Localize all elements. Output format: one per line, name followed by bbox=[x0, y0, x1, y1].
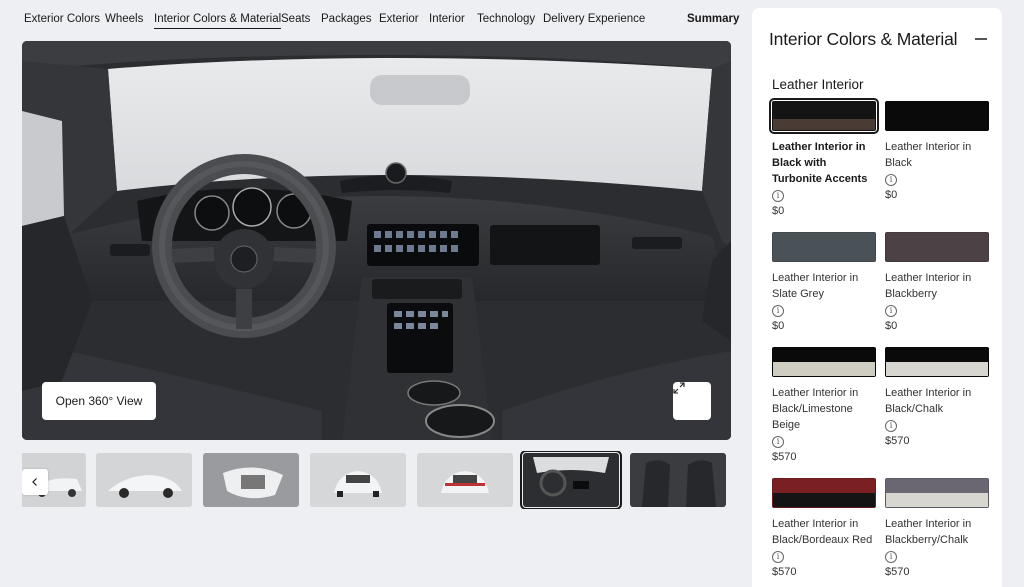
info-icon[interactable]: i bbox=[772, 551, 784, 563]
collapse-icon[interactable] bbox=[975, 38, 987, 40]
thumbnail-5[interactable] bbox=[417, 453, 513, 507]
color-swatch[interactable] bbox=[769, 98, 879, 134]
info-icon[interactable]: i bbox=[885, 551, 897, 563]
car-interior-image bbox=[22, 41, 731, 440]
configuration-panel: Interior Colors & Material Leather Inter… bbox=[752, 8, 1002, 587]
option-price: $0 bbox=[885, 189, 898, 201]
thumbnail-2[interactable] bbox=[96, 453, 192, 507]
option-price: $0 bbox=[772, 205, 785, 217]
panel-title: Interior Colors & Material bbox=[769, 29, 958, 49]
thumbnail-6-interior[interactable] bbox=[520, 451, 622, 509]
option-price: $570 bbox=[885, 435, 910, 447]
color-swatch[interactable] bbox=[772, 478, 876, 508]
option-name: Leather Interior in Blackberry/Chalk bbox=[885, 518, 972, 546]
option-name: Leather Interior in Blackberry bbox=[885, 272, 972, 300]
color-swatch[interactable] bbox=[885, 478, 989, 508]
option-name: Leather Interior in Black with Turbonite… bbox=[772, 141, 868, 185]
option-price: $0 bbox=[885, 320, 898, 332]
color-swatch[interactable] bbox=[772, 347, 876, 377]
color-swatch[interactable] bbox=[885, 101, 989, 131]
option-slate-grey[interactable]: Leather Interior in Slate Grey i $0 bbox=[772, 232, 876, 332]
nav-exterior[interactable]: Exterior bbox=[379, 13, 419, 25]
info-icon[interactable]: i bbox=[772, 305, 784, 317]
option-price: $570 bbox=[885, 566, 910, 578]
nav-packages[interactable]: Packages bbox=[321, 13, 372, 25]
option-black-turbonite[interactable]: Leather Interior in Black with Turbonite… bbox=[769, 98, 879, 217]
info-icon[interactable]: i bbox=[772, 190, 784, 202]
section-title-leather-interior: Leather Interior bbox=[772, 77, 864, 92]
option-name: Leather Interior in Black/Limestone Beig… bbox=[772, 387, 859, 431]
expand-icon[interactable] bbox=[673, 382, 711, 420]
info-icon[interactable]: i bbox=[772, 436, 784, 448]
option-price: $570 bbox=[772, 566, 797, 578]
nav-seats[interactable]: Seats bbox=[281, 13, 310, 25]
option-black-bordeaux-red[interactable]: Leather Interior in Black/Bordeaux Red i… bbox=[772, 478, 876, 578]
info-icon[interactable]: i bbox=[885, 174, 897, 186]
option-name: Leather Interior in Black/Bordeaux Red bbox=[772, 518, 873, 546]
top-navigation: Exterior Colors Wheels Interior Colors &… bbox=[0, 0, 740, 40]
nav-delivery-experience[interactable]: Delivery Experience bbox=[543, 13, 645, 25]
option-price: $570 bbox=[772, 451, 797, 463]
info-icon[interactable]: i bbox=[885, 420, 897, 432]
info-icon[interactable]: i bbox=[885, 305, 897, 317]
chevron-left-icon[interactable] bbox=[22, 469, 48, 495]
nav-interior-colors-material[interactable]: Interior Colors & Material bbox=[154, 13, 282, 29]
option-blackberry-chalk[interactable]: Leather Interior in Blackberry/Chalk i $… bbox=[885, 478, 989, 578]
color-swatch[interactable] bbox=[885, 232, 989, 262]
option-black-chalk[interactable]: Leather Interior in Black/Chalk i $570 bbox=[885, 347, 989, 447]
option-blackberry[interactable]: Leather Interior in Blackberry i $0 bbox=[885, 232, 989, 332]
nav-exterior-colors[interactable]: Exterior Colors bbox=[24, 13, 100, 25]
nav-technology[interactable]: Technology bbox=[477, 13, 535, 25]
thumbnail-3[interactable] bbox=[203, 453, 299, 507]
option-price: $0 bbox=[772, 320, 785, 332]
option-name: Leather Interior in Black bbox=[885, 141, 972, 169]
nav-interior[interactable]: Interior bbox=[429, 13, 465, 25]
open-360-view-button[interactable]: Open 360° View bbox=[42, 382, 156, 420]
thumbnail-7-seats[interactable] bbox=[630, 453, 726, 507]
car-image-viewer[interactable]: Open 360° View bbox=[22, 41, 731, 440]
nav-wheels[interactable]: Wheels bbox=[105, 13, 143, 25]
thumbnail-4[interactable] bbox=[310, 453, 406, 507]
option-black[interactable]: Leather Interior in Black i $0 bbox=[885, 101, 989, 201]
thumbnail-strip bbox=[22, 451, 731, 509]
option-name: Leather Interior in Black/Chalk bbox=[885, 387, 972, 415]
option-name: Leather Interior in Slate Grey bbox=[772, 272, 859, 300]
nav-summary[interactable]: Summary bbox=[687, 13, 739, 25]
color-swatch[interactable] bbox=[885, 347, 989, 377]
option-black-limestone-beige[interactable]: Leather Interior in Black/Limestone Beig… bbox=[772, 347, 876, 463]
color-swatch[interactable] bbox=[772, 232, 876, 262]
